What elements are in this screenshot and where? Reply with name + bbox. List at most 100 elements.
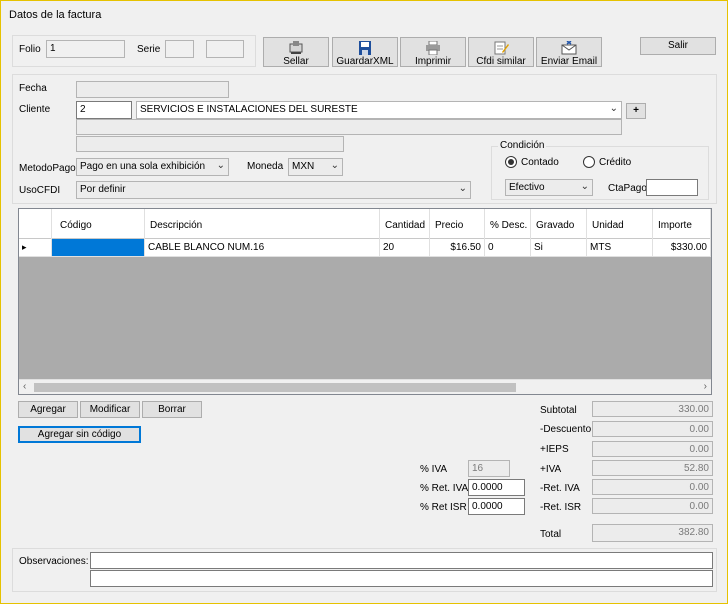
subtotal-field: 330.00 <box>592 401 713 417</box>
edit-document-icon <box>494 41 509 55</box>
fecha-label: Fecha <box>19 83 47 94</box>
ieps-field: 0.00 <box>592 441 713 457</box>
cell-codigo[interactable] <box>52 239 145 257</box>
grid-header: Código Descripción Cantidad Precio % Des… <box>19 209 711 239</box>
moneda-select[interactable]: MXN ⌄ <box>288 158 343 176</box>
horizontal-scrollbar[interactable]: ‹ › <box>19 379 711 394</box>
observaciones-field-1[interactable] <box>90 552 713 569</box>
ret-iva-label: % Ret. IVA <box>420 483 469 494</box>
invoice-window: Datos de la factura Folio 1 Serie Sellar… <box>0 0 728 604</box>
observaciones-label: Observaciones: <box>19 556 89 567</box>
imprimir-button[interactable]: Imprimir <box>400 37 466 67</box>
window-title: Datos de la factura <box>9 9 102 21</box>
cell-unidad[interactable]: MTS <box>587 239 653 257</box>
cta-pago-label: CtaPago <box>608 183 647 194</box>
iva-total-field: 52.80 <box>592 460 713 476</box>
moneda-value: MXN <box>292 161 315 172</box>
observaciones-field-2[interactable] <box>90 570 713 587</box>
ret-iva-total-field: 0.00 <box>592 479 713 495</box>
column-header-precio[interactable]: Precio <box>430 209 485 239</box>
cell-gravado[interactable]: Si <box>531 239 587 257</box>
serie-label: Serie <box>137 44 161 55</box>
cliente-id-field[interactable]: 2 <box>76 101 132 119</box>
column-header-cantidad[interactable]: Cantidad <box>380 209 430 239</box>
cliente-extra-field-2[interactable] <box>76 136 344 152</box>
metodo-pago-value: Pago en una sola exhibición <box>80 161 206 172</box>
total-label: Total <box>540 529 562 540</box>
serie-field[interactable] <box>165 40 194 58</box>
grid-row-header-corner <box>19 209 52 239</box>
enviar-email-label: Enviar Email <box>540 56 598 67</box>
column-header-gravado[interactable]: Gravado <box>531 209 587 239</box>
ret-isr-field[interactable]: 0.0000 <box>468 498 525 515</box>
row-pointer-icon: ▸ <box>19 239 52 257</box>
total-field: 382.80 <box>592 524 713 542</box>
cell-cantidad[interactable]: 20 <box>380 239 430 257</box>
cliente-extra-field-1[interactable] <box>76 119 622 135</box>
column-header-descripcion[interactable]: Descripción <box>145 209 380 239</box>
column-header-descuento[interactable]: % Desc. <box>485 209 531 239</box>
agregar-button[interactable]: Agregar <box>18 401 78 418</box>
guardar-xml-button[interactable]: GuardarXML <box>332 37 398 67</box>
chevron-down-icon: ⌄ <box>330 160 339 171</box>
printer-icon <box>426 41 440 55</box>
enviar-email-button[interactable]: Enviar Email <box>536 37 602 67</box>
folio-field[interactable]: 1 <box>46 40 125 58</box>
cliente-name-select[interactable]: SERVICIOS E INSTALACIONES DEL SURESTE ⌄ <box>136 101 622 119</box>
uso-cfdi-select[interactable]: Por definir ⌄ <box>76 181 471 199</box>
column-header-codigo[interactable]: Código <box>52 209 145 239</box>
iva-total-label: +IVA <box>540 464 562 475</box>
imprimir-label: Imprimir <box>414 56 452 67</box>
contado-radio[interactable] <box>505 156 517 168</box>
credito-radio[interactable] <box>583 156 595 168</box>
cta-pago-field[interactable] <box>646 179 698 196</box>
save-icon <box>359 41 371 55</box>
ret-iva-field[interactable]: 0.0000 <box>468 479 525 496</box>
credito-label: Crédito <box>599 157 632 168</box>
ret-isr-total-label: -Ret. ISR <box>540 502 582 513</box>
cell-precio[interactable]: $16.50 <box>430 239 485 257</box>
metodo-pago-label: MetodoPago <box>19 163 76 174</box>
salir-button[interactable]: Salir <box>640 37 716 55</box>
moneda-label: Moneda <box>247 161 284 172</box>
chevron-down-icon: ⌄ <box>580 181 589 192</box>
condicion-title: Condición <box>498 140 547 151</box>
chevron-down-icon: ⌄ <box>216 160 225 171</box>
sellar-button[interactable]: Sellar <box>263 37 329 67</box>
cliente-label: Cliente <box>19 104 51 115</box>
contado-label: Contado <box>521 157 559 168</box>
add-cliente-button[interactable]: + <box>626 103 646 119</box>
fecha-field[interactable] <box>76 81 229 98</box>
column-header-unidad[interactable]: Unidad <box>587 209 653 239</box>
ieps-label: +IEPS <box>540 444 569 455</box>
guardar-xml-label: GuardarXML <box>336 56 394 67</box>
scroll-left-icon[interactable]: ‹ <box>23 381 26 392</box>
modificar-button[interactable]: Modificar <box>80 401 140 418</box>
cfdi-similar-button[interactable]: Cfdi similar <box>468 37 534 67</box>
cell-importe[interactable]: $330.00 <box>653 239 711 257</box>
uso-cfdi-value: Por definir <box>80 184 126 195</box>
descuento-field: 0.00 <box>592 421 713 437</box>
chevron-down-icon: ⌄ <box>458 183 467 194</box>
cell-descuento[interactable]: 0 <box>485 239 531 257</box>
forma-pago-select[interactable]: Efectivo ⌄ <box>505 179 593 196</box>
cfdi-similar-label: Cfdi similar <box>476 56 526 67</box>
scrollbar-thumb[interactable] <box>34 383 516 392</box>
chevron-down-icon: ⌄ <box>609 103 618 114</box>
agregar-sin-codigo-button[interactable]: Agregar sin código <box>18 426 141 443</box>
ret-isr-total-field: 0.00 <box>592 498 713 514</box>
ret-isr-label: % Ret ISR <box>420 502 467 513</box>
iva-field[interactable]: 16 <box>468 460 510 477</box>
column-header-importe[interactable]: Importe <box>653 209 711 239</box>
subtotal-label: Subtotal <box>540 405 577 416</box>
scroll-right-icon[interactable]: › <box>704 381 707 392</box>
items-grid: Código Descripción Cantidad Precio % Des… <box>18 208 712 395</box>
iva-label: % IVA <box>420 464 448 475</box>
cliente-name-value: SERVICIOS E INSTALACIONES DEL SURESTE <box>140 104 358 115</box>
cell-descripcion[interactable]: CABLE BLANCO NUM.16 <box>145 239 380 257</box>
folio-label: Folio <box>19 44 41 55</box>
borrar-button[interactable]: Borrar <box>142 401 202 418</box>
serie-field-2[interactable] <box>206 40 244 58</box>
metodo-pago-select[interactable]: Pago en una sola exhibición ⌄ <box>76 158 229 176</box>
table-row[interactable]: ▸ CABLE BLANCO NUM.16 20 $16.50 0 Si MTS… <box>19 239 711 257</box>
